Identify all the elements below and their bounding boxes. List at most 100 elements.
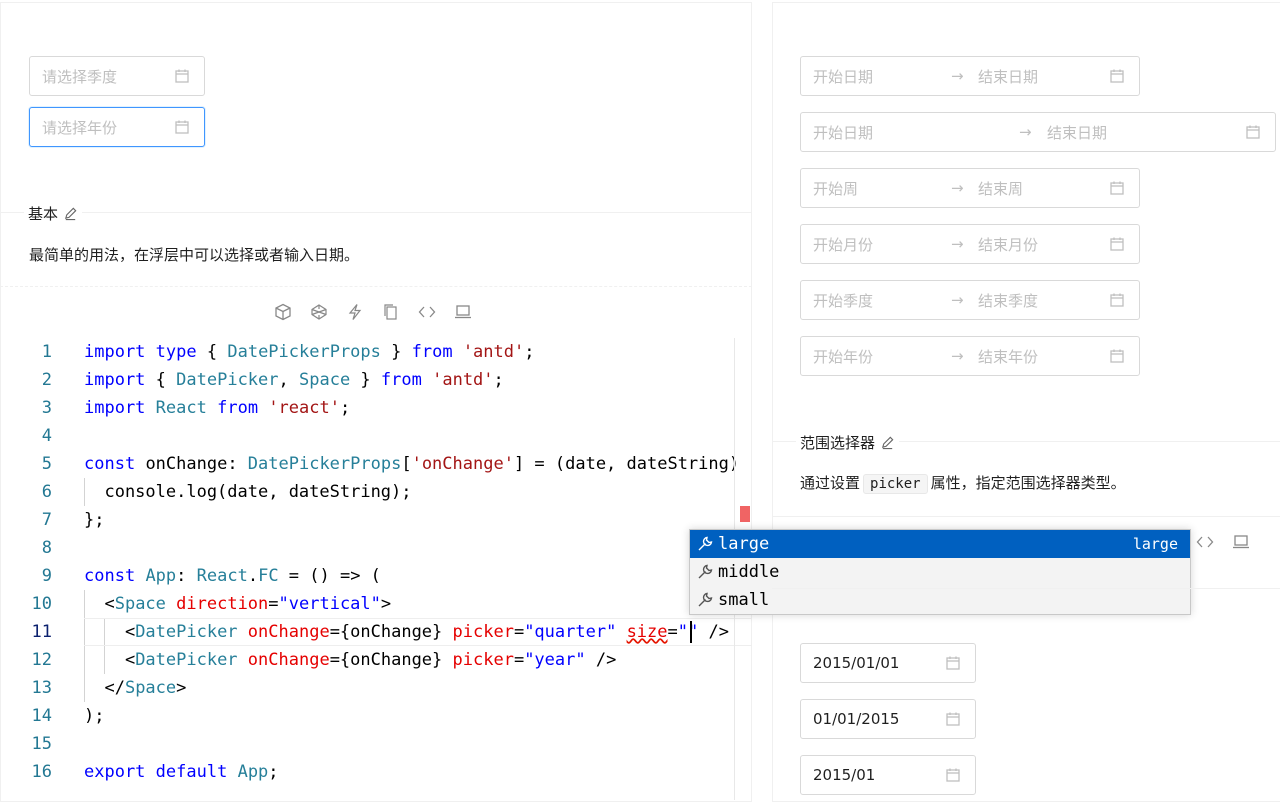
thunderbolt-icon[interactable] [346, 303, 364, 321]
section-divider [772, 588, 1280, 589]
range-end-placeholder: 结束季度 [978, 292, 1039, 310]
date-value: 2015/01/01 [813, 654, 900, 672]
range-picker[interactable]: 开始周 → 结束周 [800, 168, 1140, 208]
wrench-icon [698, 592, 713, 607]
line-number: 10 [31, 594, 52, 614]
line-number: 2 [41, 370, 52, 390]
suggestion-label: middle [718, 562, 780, 582]
range-separator-icon: → [1019, 123, 1032, 141]
date-value: 2015/01 [813, 766, 876, 784]
range-start-placeholder: 开始日期 [813, 123, 874, 142]
line-number: 4 [41, 426, 52, 446]
code-editor[interactable]: 1 2 3 4 5 6 7 8 9 10 11 12 13 14 15 16 import type { Da… [0, 338, 752, 800]
description-divider [0, 286, 752, 288]
calendar-icon [1110, 69, 1124, 83]
suggestion-item[interactable]: middle [690, 558, 1190, 586]
overview-ruler-error-marker [740, 506, 750, 522]
line-number: 5 [41, 454, 52, 474]
edit-icon[interactable] [880, 435, 895, 450]
range-start-placeholder: 开始日期 [813, 67, 874, 86]
code-line: }; [84, 510, 105, 530]
edit-icon[interactable] [63, 206, 78, 221]
copy-icon[interactable] [382, 303, 400, 321]
calendar-icon [946, 712, 960, 726]
calendar-icon [946, 656, 960, 670]
code-actions-toolbar [274, 303, 472, 321]
code-line: </Space> [84, 678, 187, 698]
code-line: import { DatePicker, Space } from 'antd'… [84, 370, 504, 390]
wrench-icon [698, 564, 713, 579]
format-date-picker[interactable]: 01/01/2015 [800, 699, 976, 739]
basic-section-description: 最简单的用法，在浮层中可以选择或者输入日期。 [29, 246, 360, 264]
suggestion-item[interactable]: small [690, 586, 1190, 614]
show-code-icon[interactable] [418, 303, 436, 321]
line-number: 12 [31, 650, 52, 670]
open-demo-icon[interactable] [1232, 533, 1250, 551]
range-section-title: 范围选择器 [796, 432, 899, 453]
quarter-picker[interactable]: 请选择季度 [29, 56, 205, 96]
code-line: import type { DatePickerProps } from 'an… [84, 342, 535, 362]
suggestion-item[interactable]: large large [690, 530, 1190, 558]
range-section-description: 通过设置 picker 属性，指定范围选择器类型。 [800, 472, 1126, 494]
line-number: 1 [41, 342, 52, 362]
wrench-icon [698, 536, 713, 551]
calendar-icon [1110, 293, 1124, 307]
line-number: 7 [41, 510, 52, 530]
codepen-icon[interactable] [310, 303, 328, 321]
range-picker[interactable]: 开始日期 → 结束日期 [800, 112, 1276, 152]
line-number: 8 [41, 538, 52, 558]
range-end-placeholder: 结束周 [978, 180, 1024, 198]
line-number: 11 [31, 622, 52, 642]
suggestion-detail: large [1132, 535, 1178, 553]
range-end-placeholder: 结束月份 [978, 236, 1039, 254]
format-date-picker[interactable]: 2015/01/01 [800, 643, 976, 683]
code-line: export default App; [84, 762, 279, 782]
text-cursor [690, 621, 692, 643]
code-lines: 1 2 3 4 5 6 7 8 9 10 11 12 13 14 15 16 import type { Da… [0, 338, 752, 800]
picker-code-chip: picker [863, 474, 928, 494]
code-line: <DatePicker onChange={onChange} picker="… [84, 650, 617, 670]
range-desc-before: 通过设置 [800, 474, 861, 492]
show-code-icon[interactable] [1196, 533, 1214, 551]
range-separator-icon: → [951, 347, 964, 365]
line-number: 13 [31, 678, 52, 698]
format-date-picker[interactable]: 2015/01 [800, 755, 976, 795]
line-number: 14 [31, 706, 52, 726]
range-end-placeholder: 结束日期 [978, 68, 1039, 86]
code-line: <Space direction="vertical"> [84, 594, 392, 614]
suggestion-label: large [718, 534, 770, 554]
code-line: console.log(date, dateString); [84, 482, 412, 502]
line-number: 6 [41, 482, 52, 502]
open-demo-icon[interactable] [454, 303, 472, 321]
range-picker[interactable]: 开始季度 → 结束季度 [800, 280, 1140, 320]
line-number: 15 [31, 734, 52, 754]
range-separator-icon: → [951, 235, 964, 253]
calendar-icon [946, 768, 960, 782]
line-number: 16 [31, 762, 52, 782]
section-divider [0, 212, 752, 213]
basic-section-title: 基本 [24, 203, 82, 224]
line-number: 9 [41, 566, 52, 586]
autocomplete-suggest-widget[interactable]: large large middle small [689, 529, 1191, 615]
codesandbox-icon[interactable] [274, 303, 292, 321]
range-end-placeholder: 结束日期 [1047, 124, 1108, 142]
range-start-placeholder: 开始年份 [813, 347, 874, 366]
calendar-icon [1246, 125, 1260, 139]
range-picker[interactable]: 开始月份 → 结束月份 [800, 224, 1140, 264]
calendar-icon [1110, 181, 1124, 195]
current-line-highlight [84, 618, 752, 646]
year-picker[interactable]: 请选择年份 [29, 107, 205, 147]
calendar-icon [1110, 349, 1124, 363]
code-line: import React from 'react'; [84, 398, 351, 418]
range-picker[interactable]: 开始日期 → 结束日期 [800, 56, 1140, 96]
range-start-placeholder: 开始周 [813, 179, 859, 198]
range-desc-after: 属性，指定范围选择器类型。 [930, 474, 1126, 492]
range-separator-icon: → [951, 67, 964, 85]
range-separator-icon: → [951, 291, 964, 309]
range-end-placeholder: 结束年份 [978, 348, 1039, 366]
code-line: const App: React.FC = () => ( [84, 566, 381, 586]
date-value: 01/01/2015 [813, 710, 900, 728]
code-actions-toolbar-right [1196, 533, 1250, 551]
range-picker[interactable]: 开始年份 → 结束年份 [800, 336, 1140, 376]
range-section-title-text: 范围选择器 [800, 434, 876, 452]
